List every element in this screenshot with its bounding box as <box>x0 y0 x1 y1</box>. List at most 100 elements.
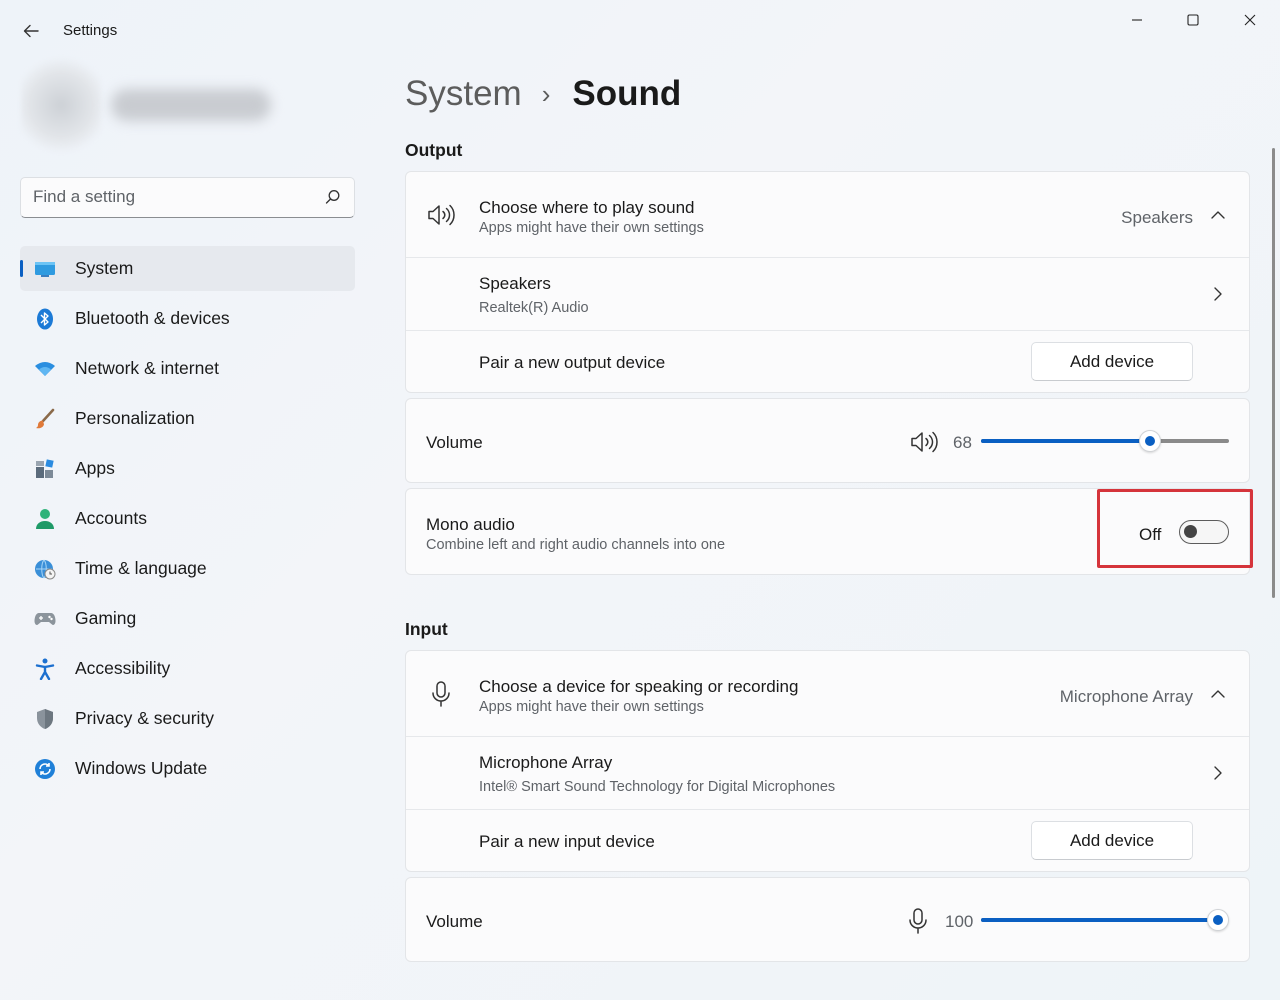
close-button[interactable] <box>1232 8 1268 32</box>
globe-clock-icon <box>34 558 56 580</box>
sidebar-nav: System Bluetooth & devices Network & int… <box>20 246 355 796</box>
shield-icon <box>34 708 56 730</box>
add-output-device-button[interactable]: Add device <box>1031 342 1193 381</box>
search-box[interactable] <box>20 177 355 218</box>
app-title: Settings <box>63 22 118 39</box>
input-pair-label: Pair a new input device <box>479 832 655 851</box>
input-choose-row[interactable]: Choose a device for speaking or recordin… <box>406 651 1249 737</box>
search-icon[interactable] <box>324 188 342 206</box>
mono-audio-card: Mono audio Combine left and right audio … <box>405 488 1250 575</box>
output-pair-row: Pair a new output device Add device <box>406 331 1249 392</box>
mono-audio-title: Mono audio <box>426 515 515 534</box>
sidebar-item-label: Bluetooth & devices <box>75 308 230 328</box>
breadcrumb-separator: › <box>541 78 551 109</box>
back-arrow-icon <box>23 24 39 38</box>
sidebar-item-system[interactable]: System <box>20 246 355 291</box>
input-device-card: Choose a device for speaking or recordin… <box>405 650 1250 872</box>
input-device-row[interactable]: Microphone Array Intel® Smart Sound Tech… <box>406 737 1249 810</box>
slider-thumb[interactable] <box>1138 430 1161 452</box>
scrollbar[interactable] <box>1272 148 1275 598</box>
sidebar-item-gaming[interactable]: Gaming <box>20 596 355 641</box>
input-device-driver: Intel® Smart Sound Technology for Digita… <box>479 779 836 795</box>
input-volume-value: 100 <box>945 912 974 931</box>
output-device-name: Speakers <box>479 274 551 293</box>
system-icon <box>34 258 56 280</box>
input-device-name: Microphone Array <box>479 753 613 772</box>
add-input-device-button[interactable]: Add device <box>1031 821 1193 860</box>
sidebar-item-privacy-security[interactable]: Privacy & security <box>20 696 355 741</box>
sidebar-item-accounts[interactable]: Accounts <box>20 496 355 541</box>
output-volume-slider[interactable] <box>981 430 1229 452</box>
sidebar-item-network[interactable]: Network & internet <box>20 346 355 391</box>
input-volume-label: Volume <box>426 912 483 931</box>
chevron-up-icon[interactable] <box>1209 685 1227 703</box>
mono-audio-subtitle: Combine left and right audio channels in… <box>426 537 726 553</box>
search-input[interactable] <box>33 178 313 216</box>
mono-audio-toggle[interactable] <box>1179 520 1229 544</box>
output-volume-value: 68 <box>953 433 972 452</box>
output-choose-title: Choose where to play sound <box>479 198 695 217</box>
input-pair-row: Pair a new input device Add device <box>406 810 1249 871</box>
sidebar-item-windows-update[interactable]: Windows Update <box>20 746 355 791</box>
minimize-button[interactable] <box>1119 8 1155 32</box>
chevron-right-icon[interactable] <box>1209 764 1227 782</box>
output-pair-label: Pair a new output device <box>479 353 666 372</box>
sidebar-item-bluetooth[interactable]: Bluetooth & devices <box>20 296 355 341</box>
slider-fill <box>981 918 1218 922</box>
user-profile[interactable] <box>21 55 351 155</box>
volume-microphone-icon[interactable] <box>903 906 933 936</box>
gamepad-icon <box>34 608 56 630</box>
output-device-card: Choose where to play sound Apps might ha… <box>405 171 1250 393</box>
input-section-title: Input <box>405 619 448 639</box>
mono-audio-state: Off <box>1139 525 1162 544</box>
paintbrush-icon <box>34 408 56 430</box>
accounts-icon <box>34 508 56 530</box>
sidebar-item-label: Accounts <box>75 508 147 528</box>
sidebar-item-label: Windows Update <box>75 758 208 778</box>
title-bar: Settings <box>0 0 1280 62</box>
apps-icon <box>34 458 56 480</box>
sidebar-item-label: Personalization <box>75 408 195 428</box>
sidebar-item-label: Gaming <box>75 608 137 628</box>
sidebar-item-label: Accessibility <box>75 658 171 678</box>
microphone-icon <box>426 679 456 709</box>
sidebar-item-label: Apps <box>75 458 115 478</box>
bluetooth-icon <box>34 308 56 330</box>
sidebar-item-personalization[interactable]: Personalization <box>20 396 355 441</box>
volume-speaker-icon[interactable] <box>909 427 939 457</box>
output-choose-row[interactable]: Choose where to play sound Apps might ha… <box>406 172 1249 258</box>
close-icon <box>1244 14 1256 26</box>
profile-name-blurred <box>111 89 271 121</box>
sidebar-item-label: Network & internet <box>75 358 219 378</box>
slider-thumb[interactable] <box>1207 909 1229 931</box>
page-title: Sound <box>572 74 682 113</box>
chevron-up-icon[interactable] <box>1209 206 1227 224</box>
output-selected-device: Speakers <box>1121 208 1193 227</box>
sidebar-item-apps[interactable]: Apps <box>20 446 355 491</box>
output-section-title: Output <box>405 140 463 160</box>
wifi-icon <box>34 358 56 380</box>
speaker-icon <box>426 200 456 230</box>
sidebar-item-accessibility[interactable]: Accessibility <box>20 646 355 691</box>
sidebar-item-label: Privacy & security <box>75 708 215 728</box>
output-device-row[interactable]: Speakers Realtek(R) Audio <box>406 258 1249 331</box>
output-device-driver: Realtek(R) Audio <box>479 300 589 316</box>
chevron-right-icon[interactable] <box>1209 285 1227 303</box>
sidebar-item-time-language[interactable]: Time & language <box>20 546 355 591</box>
input-choose-subtitle: Apps might have their own settings <box>479 699 704 715</box>
sidebar-item-label: Time & language <box>75 558 207 578</box>
breadcrumb: System › Sound <box>405 72 681 116</box>
input-selected-device: Microphone Array <box>1059 687 1193 706</box>
accessibility-icon <box>34 658 56 680</box>
slider-fill <box>981 439 1150 443</box>
back-button[interactable] <box>18 18 44 44</box>
minimize-icon <box>1132 19 1142 21</box>
breadcrumb-parent-link[interactable]: System <box>405 74 522 114</box>
maximize-button[interactable] <box>1175 8 1211 32</box>
update-icon <box>34 758 56 780</box>
input-choose-title: Choose a device for speaking or recordin… <box>479 677 799 696</box>
toggle-knob <box>1184 525 1197 538</box>
output-volume-card: Volume 68 <box>405 398 1250 483</box>
input-volume-slider[interactable] <box>981 909 1229 931</box>
maximize-icon <box>1187 14 1199 26</box>
